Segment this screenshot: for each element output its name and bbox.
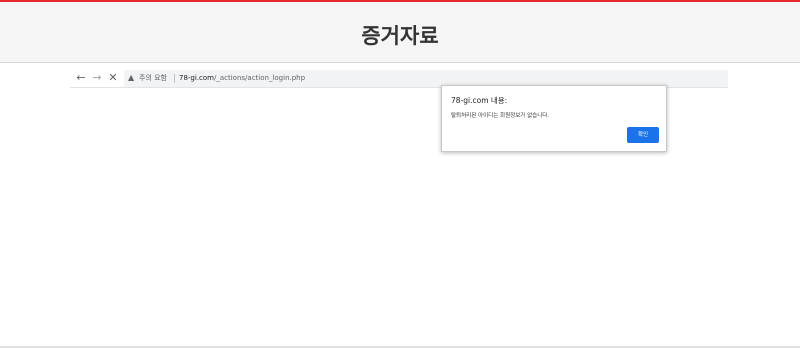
forward-arrow-icon[interactable]: → (90, 71, 104, 85)
url-path: /_actions/action_login.php (214, 74, 306, 82)
stop-loading-icon[interactable]: ✕ (106, 71, 120, 85)
url-domain: 78-gi.com (179, 74, 214, 82)
alert-dialog: 78-gi.com 내용: 탈퇴처리된 아이디는 회원정보가 없습니다. 확인 (441, 85, 667, 152)
back-arrow-icon[interactable]: ← (74, 71, 88, 85)
alert-message: 탈퇴처리된 아이디는 회원정보가 없습니다. (451, 113, 550, 119)
warning-icon[interactable]: ▲ (128, 73, 134, 83)
address-divider (174, 74, 175, 83)
security-status-label[interactable]: 주의 요함 (139, 73, 167, 83)
page-title: 증거자료 (361, 24, 439, 48)
alert-title: 78-gi.com 내용: (451, 96, 508, 105)
url-text[interactable]: 78-gi.com/_actions/action_login.php (179, 73, 305, 83)
alert-ok-button[interactable]: 확인 (627, 127, 659, 143)
page-header: 증거자료 (0, 0, 800, 63)
